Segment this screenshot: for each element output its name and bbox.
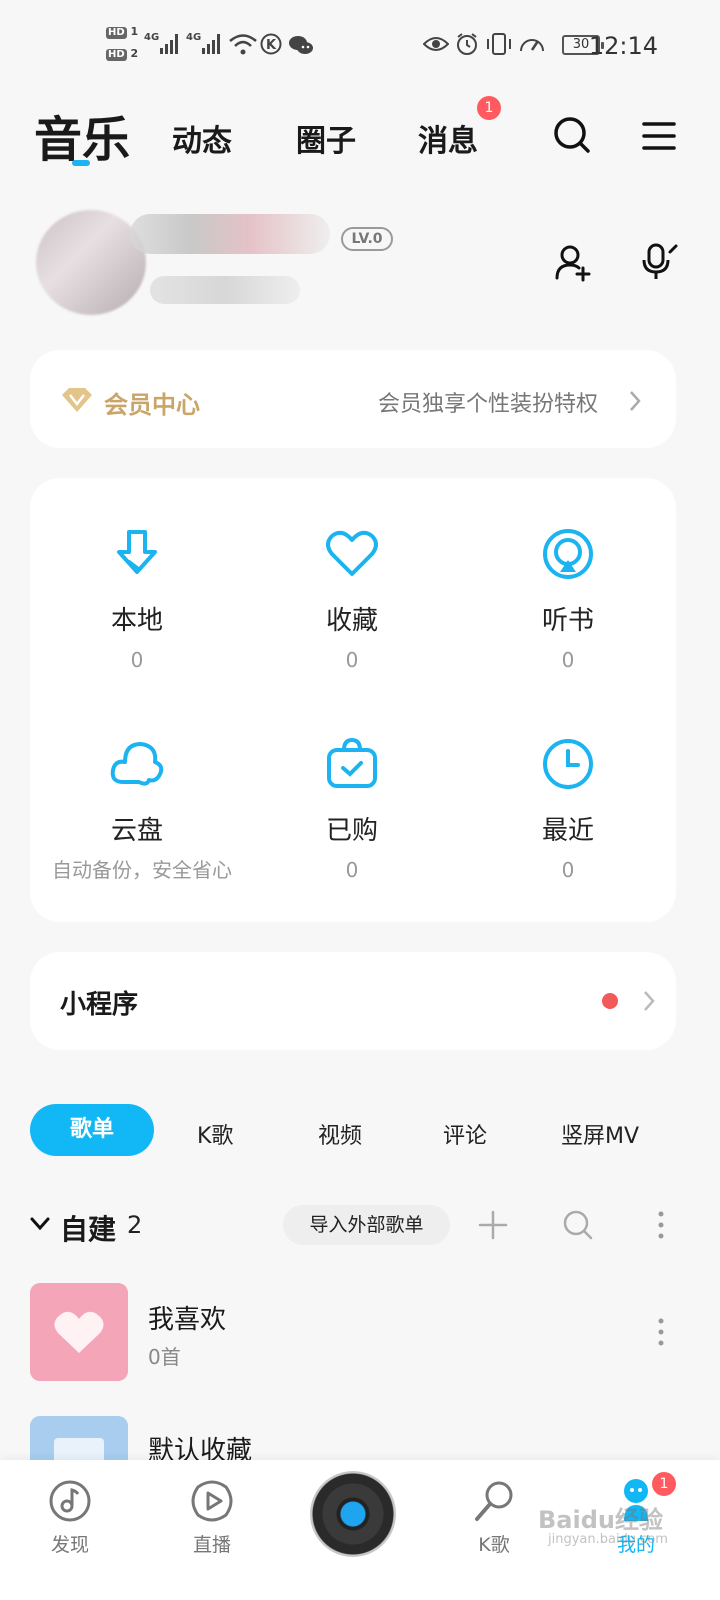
grid-item-audiobook[interactable]: 听书 0 — [468, 520, 668, 680]
speed-icon — [520, 39, 544, 52]
grid-item-purchased[interactable]: 已购 0 — [252, 730, 452, 890]
heart-icon — [326, 530, 378, 576]
voice-search-icon[interactable] — [640, 242, 680, 282]
vip-description: 会员独享个性装扮特权 — [378, 392, 599, 417]
grid-count-local: 0 — [130, 648, 144, 672]
tab-vertical-mv[interactable]: 竖屏MV — [561, 1118, 639, 1150]
list-item[interactable]: 默认收藏 — [0, 1416, 720, 1460]
tab-circle[interactable]: 圈子 — [296, 116, 356, 160]
nav-karaoke[interactable]: K歌 — [444, 1475, 544, 1575]
grid-label-local: 本地 — [110, 606, 163, 636]
playlist-song-count: 0首 — [148, 1345, 181, 1369]
playlist-cover — [30, 1416, 128, 1460]
level-badge[interactable]: LV.0 — [341, 227, 393, 251]
grid-label-favorites: 收藏 — [325, 606, 378, 636]
chevron-down-icon[interactable] — [30, 1216, 50, 1232]
download-icon — [117, 530, 157, 574]
menu-icon[interactable] — [642, 120, 676, 152]
tab-karaoke[interactable]: K歌 — [197, 1118, 233, 1150]
tab-playlists[interactable]: 歌单 — [30, 1104, 154, 1156]
grid-count-cloud: 自动备份，安全省心 — [52, 858, 232, 882]
kugou-k-icon: K — [260, 33, 282, 55]
tab-comments[interactable]: 评论 — [443, 1118, 487, 1150]
more-icon[interactable] — [656, 1210, 666, 1240]
hd1-indicator: HD 1 — [106, 25, 139, 39]
playlist-name: 默认收藏 — [148, 1436, 253, 1460]
eye-icon — [423, 37, 449, 51]
signal2-icon: 4G — [186, 32, 220, 54]
hd2-indicator: HD 2 — [106, 47, 139, 61]
mini-program-title: 小程序 — [60, 990, 139, 1020]
chevron-right-icon — [644, 991, 655, 1011]
nav-label-karaoke: K歌 — [478, 1534, 510, 1556]
nav-label-live: 直播 — [192, 1534, 231, 1556]
vibrate-icon — [487, 33, 511, 55]
nav-live[interactable]: 直播 — [162, 1475, 262, 1575]
grid-item-recent[interactable]: 最近 0 — [468, 730, 668, 890]
grid-count-favorites: 0 — [345, 648, 359, 672]
notification-dot — [602, 993, 618, 1009]
grid-label-purchased: 已购 — [325, 816, 378, 846]
clock-icon — [543, 739, 593, 789]
import-playlist-button[interactable]: 导入外部歌单 — [283, 1205, 450, 1245]
grid-label-audiobook: 听书 — [541, 606, 594, 636]
tab-active-indicator — [72, 160, 90, 166]
grid-count-recent: 0 — [561, 858, 575, 882]
playlist-cover — [30, 1283, 128, 1381]
playlist-name: 我喜欢 — [148, 1305, 227, 1335]
watermark-url: jingyan.baidu.com — [548, 1532, 668, 1547]
avatar[interactable] — [36, 210, 146, 315]
add-icon[interactable] — [478, 1210, 508, 1240]
add-friend-icon[interactable] — [554, 244, 592, 282]
music-note-icon — [49, 1480, 91, 1522]
grid-item-cloud[interactable]: 云盘 自动备份，安全省心 — [37, 730, 237, 890]
search-icon[interactable] — [553, 116, 591, 154]
now-playing-disc[interactable] — [310, 1471, 396, 1557]
chevron-right-icon — [630, 391, 641, 411]
username-redacted — [130, 214, 330, 254]
message-badge: 1 — [477, 96, 501, 120]
tab-videos[interactable]: 视频 — [318, 1118, 362, 1150]
nav-discover[interactable]: 发现 — [20, 1475, 120, 1575]
cloud-icon — [110, 742, 164, 786]
more-icon[interactable] — [656, 1317, 666, 1347]
nav-badge: 1 — [652, 1472, 676, 1496]
svg-text:4G: 4G — [144, 32, 159, 43]
watermark: Baidu经验 — [538, 1506, 663, 1534]
signal1-icon: 4G — [144, 32, 178, 54]
vip-center-title: 会员中心 — [104, 391, 200, 419]
podcast-icon — [543, 529, 593, 579]
heart-cover-icon — [54, 1311, 104, 1353]
tab-feed[interactable]: 动态 — [172, 116, 232, 160]
microphone-icon — [475, 1481, 513, 1521]
status-time: 12:14 — [588, 32, 658, 60]
tab-messages[interactable]: 消息 — [418, 116, 478, 160]
status-bar: HD 1 HD 2 4G 4G K 30 12:14 — [0, 0, 720, 80]
list-item[interactable]: 我喜欢 0首 — [0, 1283, 720, 1383]
wifi-icon — [229, 34, 257, 55]
vip-diamond-icon — [62, 388, 92, 412]
nav-label-discover: 发现 — [50, 1534, 89, 1556]
purchased-bag-icon — [327, 737, 377, 788]
grid-item-favorites[interactable]: 收藏 0 — [252, 520, 452, 680]
wechat-icon — [289, 36, 313, 54]
grid-count-audiobook: 0 — [561, 648, 575, 672]
svg-text:K: K — [266, 38, 277, 53]
alarm-icon — [457, 33, 477, 55]
live-play-icon — [191, 1480, 233, 1522]
profile-subtext-redacted — [150, 276, 300, 304]
search-playlist-icon[interactable] — [562, 1209, 594, 1241]
grid-count-purchased: 0 — [345, 858, 359, 882]
section-title-created: 自建 — [60, 1213, 117, 1246]
grid-label-cloud: 云盘 — [110, 816, 163, 846]
grid-label-recent: 最近 — [541, 816, 594, 846]
svg-text:4G: 4G — [186, 32, 201, 43]
section-count: 2 — [127, 1211, 143, 1239]
grid-item-local[interactable]: 本地 0 — [37, 520, 237, 680]
